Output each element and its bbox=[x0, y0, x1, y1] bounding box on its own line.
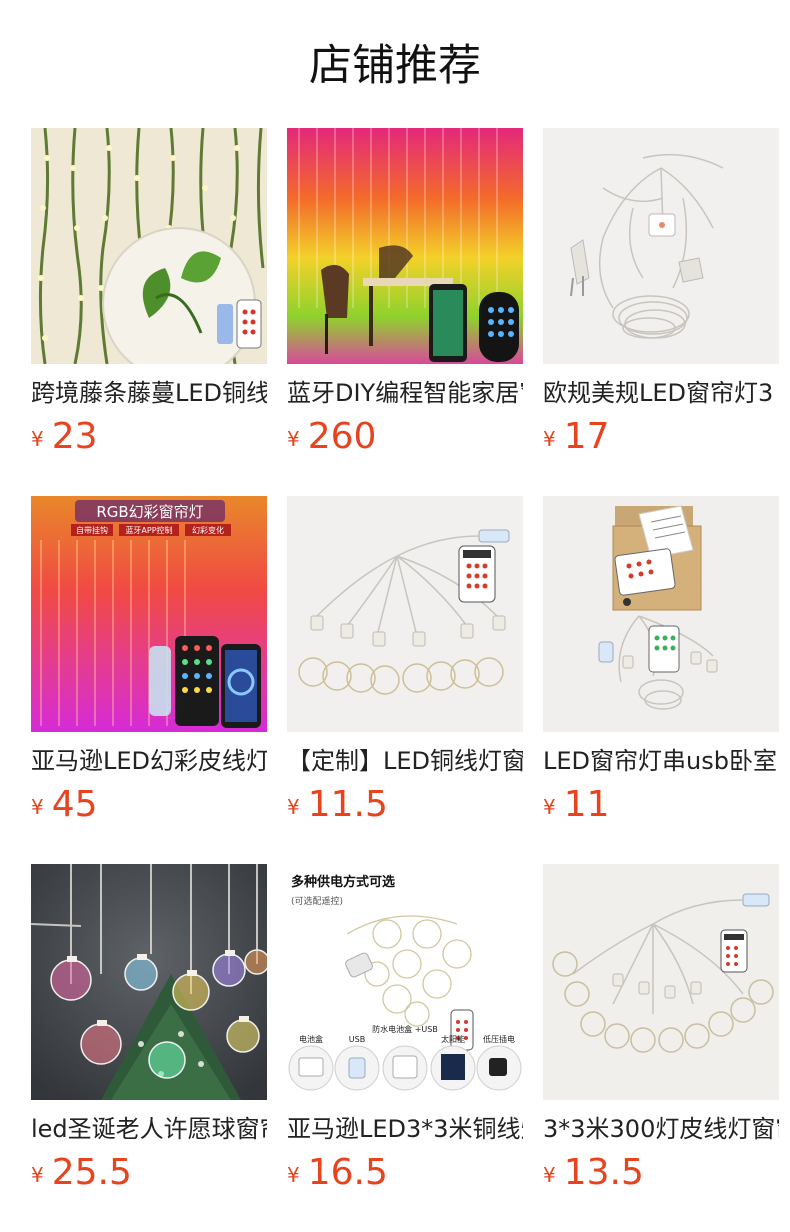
product-image[interactable] bbox=[31, 128, 267, 364]
product-title[interactable]: 蓝牙DIY编程智能家居窗帘灯 bbox=[287, 377, 523, 409]
product-card[interactable]: 多种供电方式可选 (可选配遥控) 电池盒 USB 防水电池盒 +USB 太阳能 bbox=[287, 864, 523, 1232]
product-title[interactable]: 亚马逊LED幻彩皮线灯 bbox=[31, 745, 267, 777]
product-image[interactable]: RGB幻彩窗帘灯 自带挂钩 蓝牙APP控制 幻彩变化 bbox=[31, 496, 267, 732]
product-price: ¥13.5 bbox=[543, 1153, 779, 1193]
product-title[interactable]: 【定制】LED铜线灯窗帘 bbox=[287, 745, 523, 777]
price-amount: 16.5 bbox=[307, 1152, 388, 1193]
product-card[interactable]: RGB幻彩窗帘灯 自带挂钩 蓝牙APP控制 幻彩变化 亚马逊LED幻彩皮线灯 ¥… bbox=[31, 496, 267, 864]
product-grid: 跨境藤条藤蔓LED铜线灯串 ¥23 bbox=[31, 128, 790, 1232]
product-title[interactable]: LED窗帘灯串usb卧室 bbox=[543, 745, 779, 777]
page-title: 店铺推荐 bbox=[309, 41, 481, 91]
product-title[interactable]: 欧规美规LED窗帘灯3 bbox=[543, 377, 779, 409]
product-title[interactable]: 3*3米300灯皮线灯窗帘 bbox=[543, 1113, 779, 1145]
product-row: 跨境藤条藤蔓LED铜线灯串 ¥23 bbox=[31, 128, 790, 496]
price-amount: 17 bbox=[563, 416, 610, 457]
product-title[interactable]: 亚马逊LED3*3米铜线灯 bbox=[287, 1113, 523, 1145]
product-title[interactable]: led圣诞老人许愿球窗帘灯 bbox=[31, 1113, 267, 1145]
product-card[interactable]: 3*3米300灯皮线灯窗帘 ¥13.5 bbox=[543, 864, 779, 1232]
power-option-label: 低压插电 bbox=[483, 1034, 515, 1044]
currency-symbol: ¥ bbox=[543, 795, 556, 819]
currency-symbol: ¥ bbox=[287, 795, 300, 819]
product-card[interactable]: 欧规美规LED窗帘灯3 ¥17 bbox=[543, 128, 779, 496]
overlay-note: (可选配遥控) bbox=[291, 895, 343, 907]
power-option-label: 防水电池盒 +USB bbox=[372, 1024, 438, 1034]
price-amount: 13.5 bbox=[563, 1152, 644, 1193]
currency-symbol: ¥ bbox=[543, 1163, 556, 1187]
product-card[interactable]: 【定制】LED铜线灯窗帘 ¥11.5 bbox=[287, 496, 523, 864]
currency-symbol: ¥ bbox=[287, 1163, 300, 1187]
price-amount: 11 bbox=[563, 784, 610, 825]
price-amount: 260 bbox=[307, 416, 377, 457]
product-title[interactable]: 跨境藤条藤蔓LED铜线灯串 bbox=[31, 377, 267, 409]
product-image[interactable] bbox=[543, 864, 779, 1100]
feature-tag: 自带挂钩 bbox=[76, 525, 108, 535]
product-price: ¥25.5 bbox=[31, 1153, 267, 1193]
product-price: ¥17 bbox=[543, 417, 779, 457]
product-row: led圣诞老人许愿球窗帘灯 ¥25.5 多种供电方式可选 (可选配遥控) bbox=[31, 864, 790, 1232]
product-image[interactable] bbox=[543, 128, 779, 364]
currency-symbol: ¥ bbox=[31, 427, 44, 451]
currency-symbol: ¥ bbox=[31, 795, 44, 819]
product-image[interactable] bbox=[287, 496, 523, 732]
currency-symbol: ¥ bbox=[543, 427, 556, 451]
power-option-label: USB bbox=[349, 1035, 365, 1044]
product-image[interactable] bbox=[543, 496, 779, 732]
price-amount: 25.5 bbox=[51, 1152, 132, 1193]
product-card[interactable]: led圣诞老人许愿球窗帘灯 ¥25.5 bbox=[31, 864, 267, 1232]
price-amount: 45 bbox=[51, 784, 98, 825]
product-image[interactable] bbox=[31, 864, 267, 1100]
product-image[interactable]: 多种供电方式可选 (可选配遥控) 电池盒 USB 防水电池盒 +USB 太阳能 bbox=[287, 864, 523, 1100]
currency-symbol: ¥ bbox=[31, 1163, 44, 1187]
power-option-label: 太阳能 bbox=[441, 1034, 465, 1044]
feature-tag: 幻彩变化 bbox=[192, 525, 224, 535]
power-option-label: 电池盒 bbox=[299, 1034, 323, 1044]
product-row: RGB幻彩窗帘灯 自带挂钩 蓝牙APP控制 幻彩变化 亚马逊LED幻彩皮线灯 ¥… bbox=[31, 496, 790, 864]
product-price: ¥23 bbox=[31, 417, 267, 457]
product-price: ¥260 bbox=[287, 417, 523, 457]
currency-symbol: ¥ bbox=[287, 427, 300, 451]
banner-text: RGB幻彩窗帘灯 bbox=[96, 503, 203, 521]
overlay-heading: 多种供电方式可选 bbox=[291, 874, 395, 890]
feature-tag: 蓝牙APP控制 bbox=[125, 525, 172, 535]
product-image[interactable] bbox=[287, 128, 523, 364]
product-card[interactable]: 蓝牙DIY编程智能家居窗帘灯 ¥260 bbox=[287, 128, 523, 496]
header: 店铺推荐 bbox=[0, 0, 790, 128]
product-price: ¥11.5 bbox=[287, 785, 523, 825]
price-amount: 23 bbox=[51, 416, 98, 457]
product-price: ¥11 bbox=[543, 785, 779, 825]
product-price: ¥45 bbox=[31, 785, 267, 825]
product-card[interactable]: LED窗帘灯串usb卧室 ¥11 bbox=[543, 496, 779, 864]
price-amount: 11.5 bbox=[307, 784, 388, 825]
product-price: ¥16.5 bbox=[287, 1153, 523, 1193]
product-card[interactable]: 跨境藤条藤蔓LED铜线灯串 ¥23 bbox=[31, 128, 267, 496]
